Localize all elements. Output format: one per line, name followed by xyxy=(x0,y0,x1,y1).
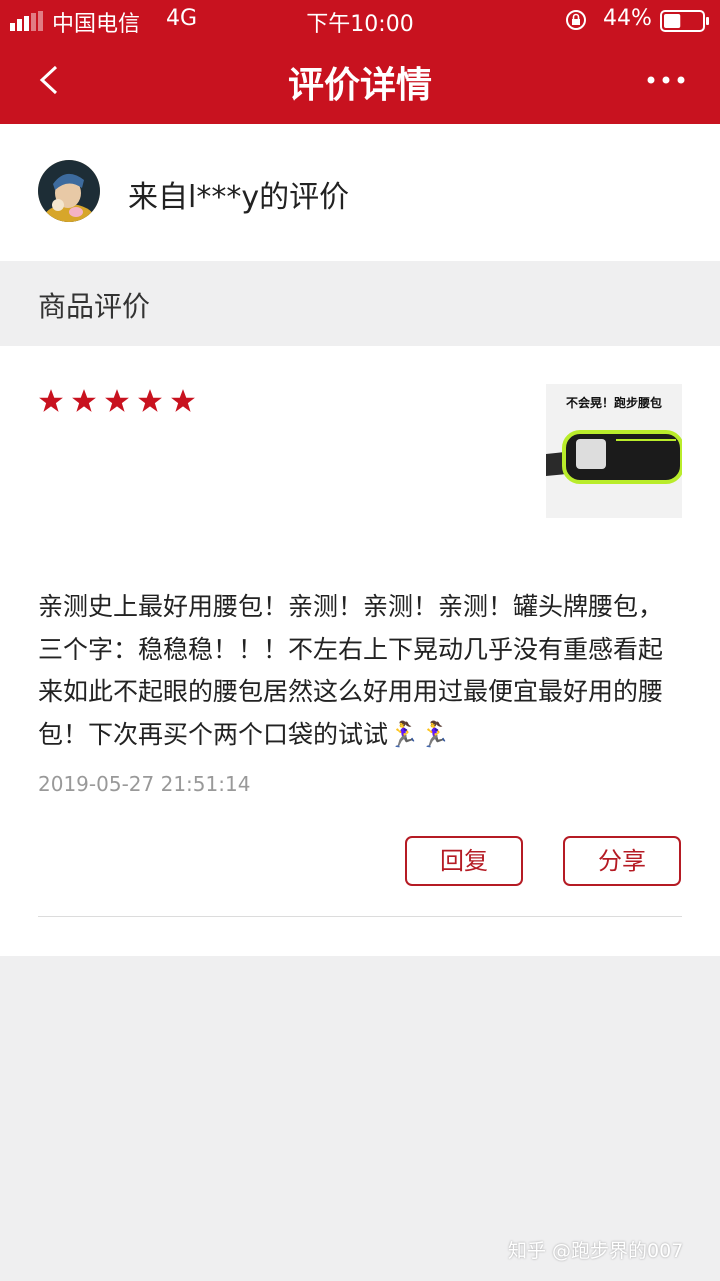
reply-button[interactable]: 回复 xyxy=(405,836,523,886)
review-photo[interactable]: 不会晃！跑步腰包 xyxy=(546,384,682,518)
review-date: 2019-05-27 21:51:14 xyxy=(38,772,251,796)
section-header: 商品评价 xyxy=(0,261,720,346)
top-bar: 中国电信 4G 下午10:00 44% 评价详情 xyxy=(0,0,720,124)
avatar xyxy=(38,160,100,222)
star-icon xyxy=(171,389,195,412)
battery-percent: 44% xyxy=(603,6,652,31)
reviewer-row: 来自l***y的评价 xyxy=(0,124,720,261)
section-title: 商品评价 xyxy=(38,290,151,323)
page-title: 评价详情 xyxy=(287,65,432,106)
watermark: 知乎 @跑步界的007 xyxy=(508,1240,684,1262)
review-text: 亲测史上最好用腰包！亲测！亲测！亲测！罐头牌腰包，三个字：稳稳稳！！！不左右上下… xyxy=(38,592,664,749)
divider xyxy=(38,916,682,917)
star-icon xyxy=(72,389,96,412)
star-icon xyxy=(39,389,63,412)
waist-bag-image xyxy=(546,430,682,484)
share-button[interactable]: 分享 xyxy=(563,836,681,886)
review-card: 不会晃！跑步腰包 亲测史上最好用腰包！亲测！亲测！亲测！罐头牌腰包，三个字：稳稳… xyxy=(0,346,720,956)
avatar-image xyxy=(38,160,100,222)
more-dots-icon[interactable] xyxy=(644,68,688,92)
star-rating xyxy=(38,388,203,418)
battery-icon xyxy=(660,10,709,32)
status-bar: 中国电信 4G 下午10:00 44% xyxy=(0,0,720,40)
star-icon xyxy=(138,389,162,412)
reviewer-name: 来自l***y的评价 xyxy=(128,180,350,215)
orientation-lock-icon xyxy=(566,10,586,30)
star-icon xyxy=(105,389,129,412)
